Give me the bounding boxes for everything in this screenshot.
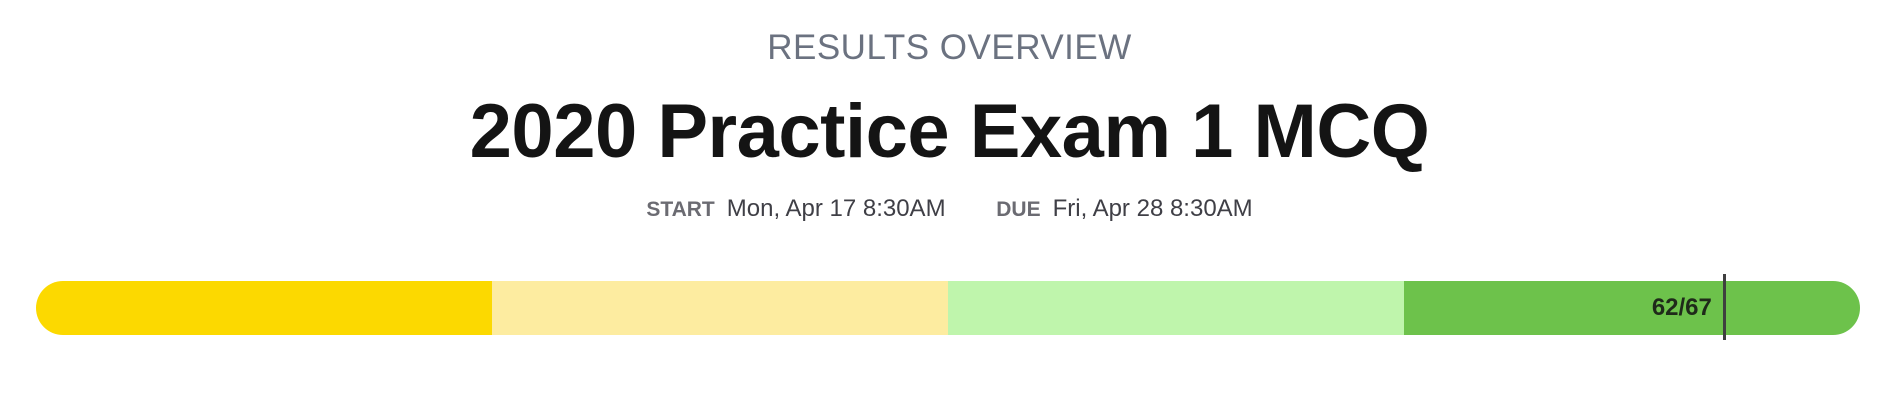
score-marker	[1722, 274, 1726, 340]
start-date: START Mon, Apr 17 8:30AM	[646, 193, 945, 226]
due-date: DUE Fri, Apr 28 8:30AM	[996, 193, 1252, 226]
score-progress-bar	[36, 281, 1860, 335]
due-label: DUE	[996, 198, 1041, 221]
due-value: Fri, Apr 28 8:30AM	[1052, 195, 1253, 222]
results-overview-label: RESULTS OVERVIEW	[767, 28, 1132, 67]
score-band-4	[1404, 281, 1860, 335]
score-band-3	[948, 281, 1404, 335]
schedule-dates: START Mon, Apr 17 8:30AM DUE Fri, Apr 28 8…	[0, 193, 1899, 226]
start-value: Mon, Apr 17 8:30AM	[726, 195, 946, 222]
score-band-1	[36, 281, 492, 335]
score-band-2	[492, 281, 948, 335]
page-title: 2020 Practice Exam 1 MCQ	[469, 89, 1430, 174]
start-label: START	[646, 198, 715, 221]
score-value: 62/67	[1651, 294, 1712, 321]
